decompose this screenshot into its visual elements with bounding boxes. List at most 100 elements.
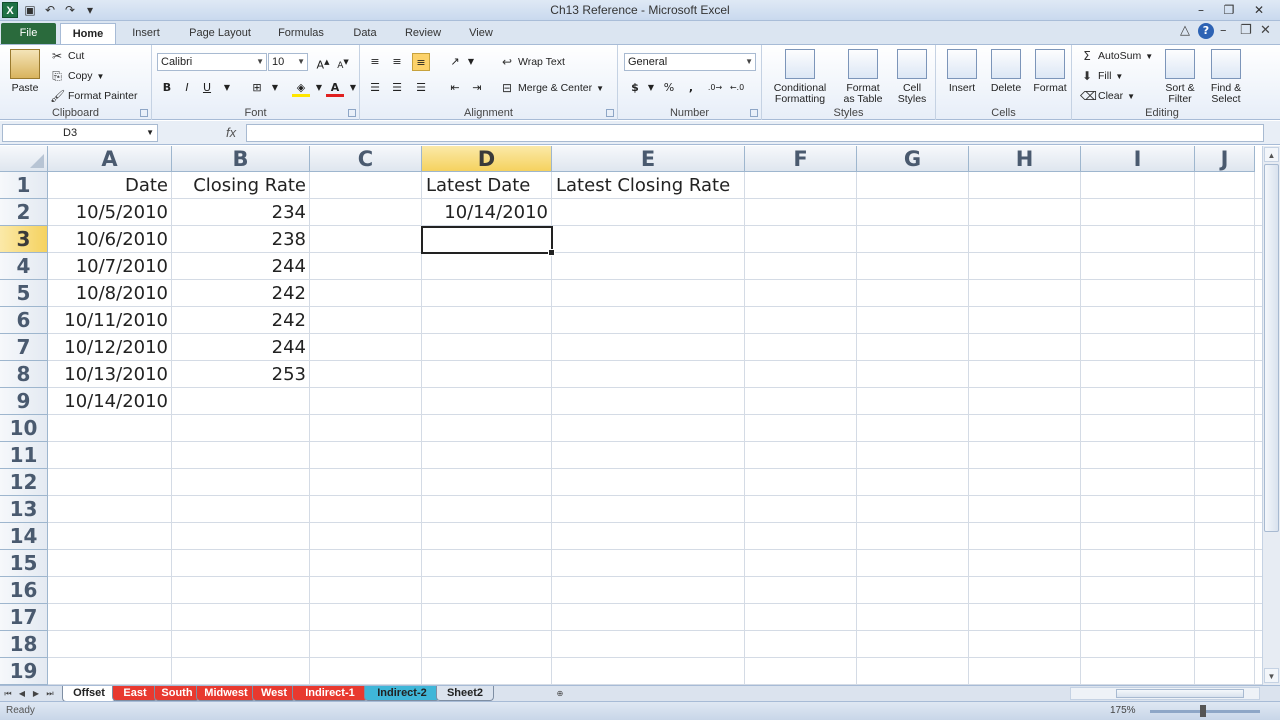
grow-font-button[interactable]: A▲ [314,53,332,72]
scroll-up-icon[interactable]: ▲ [1264,147,1279,162]
cell-d1[interactable]: Latest Date [422,172,552,199]
sort-filter-button[interactable]: Sort & Filter [1160,49,1200,105]
decrease-decimal-icon[interactable]: ←.0 [728,79,746,97]
cell-a5[interactable]: 10/8/2010 [48,280,172,307]
sheet-tab-east[interactable]: East [112,686,158,701]
row-header-4[interactable]: 4 [0,253,48,280]
fill-button[interactable]: ⬇ Fill ▼ [1080,69,1123,83]
sheet-tab-midwest[interactable]: Midwest [196,686,256,701]
increase-indent-icon[interactable]: ⇥ [468,79,486,97]
cell-a8[interactable]: 10/13/2010 [48,361,172,388]
sheet-tab-indirect-2[interactable]: Indirect-2 [364,686,440,701]
cell-b5[interactable]: 242 [172,280,310,307]
number-format-combo[interactable]: General ▼ [624,53,756,71]
column-header-d[interactable]: D [422,146,552,172]
align-bottom-icon[interactable]: ≡ [412,53,430,71]
tab-review[interactable]: Review [396,23,450,44]
row-header-11[interactable]: 11 [0,442,48,469]
active-cell-d3[interactable] [421,226,555,256]
cell-a9[interactable]: 10/14/2010 [48,388,172,415]
clipboard-launcher-icon[interactable] [140,109,148,117]
align-top-icon[interactable]: ≡ [366,53,384,71]
sheet-tab-sheet2[interactable]: Sheet2 [436,686,494,701]
font-name-combo[interactable]: Calibri ▼ [157,53,267,71]
column-header-a[interactable]: A [48,146,172,172]
formula-input[interactable] [246,124,1264,142]
font-size-combo[interactable]: 10 ▼ [268,53,308,71]
sheet-tab-offset[interactable]: Offset [62,686,116,702]
row-header-12[interactable]: 12 [0,469,48,496]
cell-a6[interactable]: 10/11/2010 [48,307,172,334]
vertical-scrollbar[interactable]: ▲ ▼ [1262,146,1280,685]
help-icon[interactable]: ? [1198,23,1214,39]
conditional-formatting-button[interactable]: Conditional Formatting [768,49,832,105]
comma-button[interactable]: , [682,79,700,97]
column-header-c[interactable]: C [310,146,422,172]
fill-color-icon[interactable]: ◈ [292,79,310,97]
bold-button[interactable]: B [158,79,176,97]
font-color-icon[interactable]: A [326,79,344,97]
minimize-button[interactable]: – [1187,1,1215,19]
tab-formulas[interactable]: Formulas [268,23,334,44]
cell-b1[interactable]: Closing Rate [172,172,310,199]
name-box[interactable]: D3 ▼ [2,124,158,142]
row-header-9[interactable]: 9 [0,388,48,415]
row-header-13[interactable]: 13 [0,496,48,523]
format-cells-button[interactable]: Format [1030,49,1070,94]
align-center-icon[interactable]: ☰ [388,79,406,97]
borders-dropdown-icon[interactable]: ▼ [266,79,284,97]
align-middle-icon[interactable]: ≡ [388,53,406,71]
row-header-7[interactable]: 7 [0,334,48,361]
worksheet-grid[interactable]: A B C D E F G H I J 1 2 3 4 5 6 7 8 9 10 11 12 13 14 15 16 17 18 19 D… [0,146,1262,685]
prev-sheet-icon[interactable]: ◀ [16,687,28,700]
row-header-3[interactable]: 3 [0,226,48,253]
workbook-restore-icon[interactable]: ❐ [1240,23,1252,38]
row-header-6[interactable]: 6 [0,307,48,334]
column-header-b[interactable]: B [172,146,310,172]
shrink-font-button[interactable]: A▼ [334,53,352,71]
sheet-tab-indirect-1[interactable]: Indirect-1 [292,686,368,701]
autosum-button[interactable]: Σ AutoSum ▼ [1080,49,1153,63]
row-header-17[interactable]: 17 [0,604,48,631]
format-as-table-button[interactable]: Format as Table [838,49,888,105]
select-all-corner[interactable] [0,146,48,172]
percent-button[interactable]: % [660,79,678,97]
column-header-f[interactable]: F [745,146,857,172]
paste-button[interactable]: Paste [6,49,44,94]
increase-decimal-icon[interactable]: .0→ [706,79,724,97]
cell-b8[interactable]: 253 [172,361,310,388]
format-painter-button[interactable]: 🖌 Format Painter [50,89,137,103]
cell-b3[interactable]: 238 [172,226,310,253]
cell-e1[interactable]: Latest Closing Rate [552,172,745,199]
merge-center-button[interactable]: ⊟ Merge & Center ▼ [500,81,604,95]
cell-b2[interactable]: 234 [172,199,310,226]
insert-sheet-icon[interactable]: ⊕ [552,687,568,700]
cell-a1[interactable]: Date [48,172,172,199]
row-header-8[interactable]: 8 [0,361,48,388]
align-right-icon[interactable]: ☰ [412,79,430,97]
next-sheet-icon[interactable]: ▶ [30,687,42,700]
cell-a4[interactable]: 10/7/2010 [48,253,172,280]
zoom-level[interactable]: 175% [1110,705,1136,716]
scroll-down-icon[interactable]: ▼ [1264,668,1279,683]
cell-b7[interactable]: 244 [172,334,310,361]
number-launcher-icon[interactable] [750,109,758,117]
borders-icon[interactable]: ⊞ [248,79,266,97]
row-header-2[interactable]: 2 [0,199,48,226]
column-header-j[interactable]: J [1195,146,1255,172]
currency-dropdown-icon[interactable]: ▼ [642,79,660,97]
tab-view[interactable]: View [460,23,502,44]
workbook-minimize-icon[interactable]: – [1220,23,1227,38]
maximize-button[interactable]: ❐ [1215,1,1243,19]
font-launcher-icon[interactable] [348,109,356,117]
row-header-15[interactable]: 15 [0,550,48,577]
cell-b6[interactable]: 242 [172,307,310,334]
sheet-tab-south[interactable]: South [154,686,200,701]
row-header-10[interactable]: 10 [0,415,48,442]
row-header-18[interactable]: 18 [0,631,48,658]
row-header-5[interactable]: 5 [0,280,48,307]
clear-button[interactable]: ⌫ Clear ▼ [1080,89,1135,103]
underline-dropdown-icon[interactable]: ▼ [218,79,236,97]
tab-data[interactable]: Data [344,23,386,44]
column-header-e[interactable]: E [552,146,745,172]
